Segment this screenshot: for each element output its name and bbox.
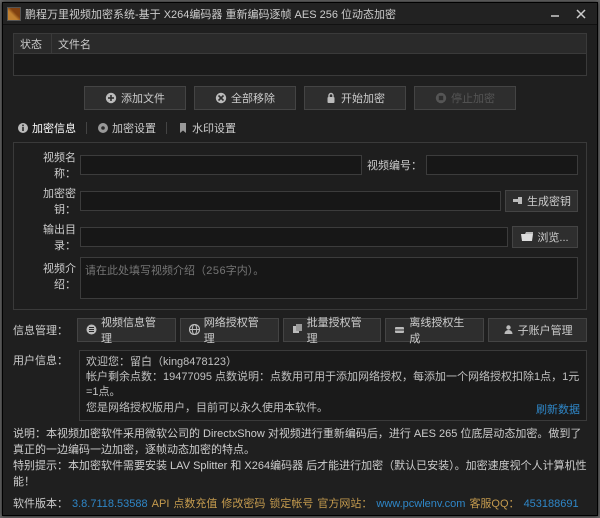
tab-encrypt-settings[interactable]: 加密设置 — [93, 118, 160, 138]
video-name-input[interactable] — [80, 155, 362, 175]
website-link[interactable]: www.pcwlenv.com — [376, 498, 465, 510]
tab-info-label: 加密信息 — [32, 120, 76, 136]
tab-watermark[interactable]: 水印设置 — [173, 118, 240, 138]
encrypt-key-label: 加密密钥： — [22, 185, 76, 217]
x-circle-icon — [215, 92, 227, 104]
gen-key-label: 生成密钥 — [527, 193, 571, 209]
close-button[interactable] — [569, 6, 593, 22]
col-filename[interactable]: 文件名 — [52, 34, 586, 53]
lock-icon — [325, 92, 337, 104]
video-name-label: 视频名称： — [22, 149, 76, 181]
bookmark-icon — [177, 122, 189, 134]
description-line2: 特别提示：本加密软件需要安装 LAV Splitter 和 X264编码器 后才… — [13, 459, 587, 491]
tab-watermark-label: 水印设置 — [192, 120, 236, 136]
minimize-button[interactable] — [543, 6, 567, 22]
offline-icon — [394, 324, 405, 335]
refresh-data-link[interactable]: 刷新数据 — [536, 403, 580, 418]
output-dir-label: 输出目录： — [22, 221, 76, 253]
user-license: 您是网络授权版用户，目前可以永久使用本软件。 — [86, 401, 580, 416]
user-info-label: 用户信息： — [13, 350, 73, 422]
plus-circle-icon — [105, 92, 117, 104]
start-encrypt-label: 开始加密 — [341, 90, 385, 106]
change-password-link[interactable]: 修改密码 — [221, 495, 265, 511]
offline-auth-label: 离线授权生成 — [409, 314, 475, 346]
offline-auth-button[interactable]: 离线授权生成 — [385, 318, 484, 342]
col-status[interactable]: 状态 — [14, 34, 52, 53]
stop-encrypt-label: 停止加密 — [451, 90, 495, 106]
remove-all-button[interactable]: 全部移除 — [194, 86, 296, 110]
browse-button[interactable]: 浏览... — [512, 226, 578, 248]
user-info-box: 欢迎您：留白（king8478123） 帐户剩余点数：19477095 点数说明… — [79, 350, 587, 422]
stop-circle-icon — [435, 92, 447, 104]
user-points: 帐户剩余点数：19477095 点数说明：点数用可用于添加网络授权，每添加一个网… — [86, 370, 580, 401]
net-auth-mgmt-button[interactable]: 网络授权管理 — [180, 318, 279, 342]
recharge-link[interactable]: 点数充值 — [173, 495, 217, 511]
video-desc-input[interactable] — [80, 257, 578, 299]
user-welcome: 欢迎您：留白（king8478123） — [86, 355, 580, 370]
tab-settings-label: 加密设置 — [112, 120, 156, 136]
sub-account-label: 子账户管理 — [518, 322, 573, 338]
users-icon — [503, 324, 514, 335]
key-icon — [512, 195, 523, 206]
start-encrypt-button[interactable]: 开始加密 — [304, 86, 406, 110]
add-file-button[interactable]: 添加文件 — [84, 86, 186, 110]
net-auth-label: 网络授权管理 — [204, 314, 270, 346]
file-list-table: 状态 文件名 — [13, 33, 587, 76]
browse-label: 浏览... — [537, 229, 568, 245]
sub-account-button[interactable]: 子账户管理 — [488, 318, 587, 342]
remove-all-label: 全部移除 — [231, 90, 275, 106]
video-info-mgmt-button[interactable]: 视频信息管理 — [77, 318, 176, 342]
description-line1: 说明：本视频加密软件采用微软公司的 DirectxShow 对视频进行重新编码后… — [13, 427, 587, 459]
encrypt-key-input[interactable] — [80, 191, 501, 211]
batch-auth-button[interactable]: 批量授权管理 — [283, 318, 382, 342]
batch-icon — [292, 324, 303, 335]
video-info-mgmt-label: 视频信息管理 — [101, 314, 167, 346]
lock-account-link[interactable]: 锁定帐号 — [269, 495, 313, 511]
encrypt-info-panel: 视频名称： 视频编号： 加密密钥： 生成密钥 输出目录： 浏览... — [13, 142, 587, 310]
version-value: 3.8.7118.53588 — [72, 498, 148, 510]
api-link[interactable]: API — [152, 498, 170, 510]
stop-encrypt-button: 停止加密 — [414, 86, 516, 110]
batch-auth-label: 批量授权管理 — [307, 314, 373, 346]
window-title: 鹏程万里视频加密系统-基于 X264编码器 重新编码逐帧 AES 256 位动态… — [25, 6, 543, 22]
version-label: 软件版本： — [13, 495, 68, 511]
add-file-label: 添加文件 — [121, 90, 165, 106]
video-number-input[interactable] — [426, 155, 578, 175]
app-icon — [7, 7, 21, 21]
video-number-label: 视频编号： — [366, 157, 422, 173]
output-dir-input[interactable] — [80, 227, 508, 247]
generate-key-button[interactable]: 生成密钥 — [505, 190, 578, 212]
video-desc-label: 视频介绍： — [22, 257, 76, 292]
gear-icon — [97, 122, 109, 134]
info-icon — [17, 122, 29, 134]
list-icon — [86, 324, 97, 335]
site-label: 官方网站： — [317, 495, 372, 511]
globe-icon — [189, 324, 200, 335]
info-mgmt-label: 信息管理： — [13, 322, 73, 338]
qq-link[interactable]: 453188691 — [524, 498, 579, 510]
folder-icon — [521, 232, 533, 242]
qq-label: 客服QQ： — [469, 495, 519, 511]
tab-encrypt-info[interactable]: 加密信息 — [13, 118, 80, 138]
